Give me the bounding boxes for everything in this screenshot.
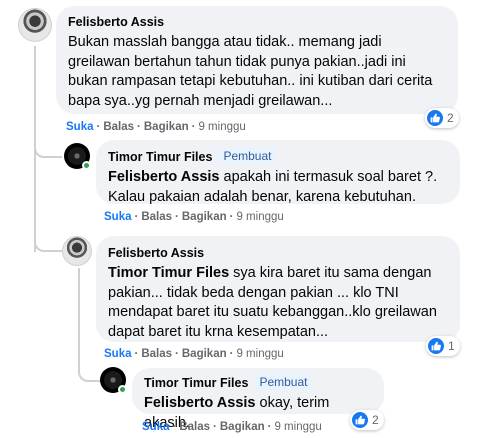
comment-author[interactable]: Timor Timur Files: [108, 150, 212, 164]
like-button[interactable]: Suka: [66, 121, 94, 133]
comment-actions-3: Suka · Balas · Bagikan · 9 minggu: [104, 348, 284, 360]
reaction-number: 1: [448, 339, 455, 353]
comment-timestamp[interactable]: 9 minggu: [274, 421, 321, 433]
like-reaction-icon: [428, 338, 444, 354]
comment-timestamp[interactable]: 9 minggu: [236, 211, 283, 223]
reaction-number: 2: [447, 111, 454, 125]
comment-actions-1: Suka · Balas · Bagikan · 9 minggu: [66, 121, 246, 133]
reaction-count-3[interactable]: 1: [426, 336, 460, 356]
comment-author[interactable]: Timor Timur Files: [144, 376, 248, 390]
thread-connector-reply-1: [34, 138, 62, 158]
reply-button[interactable]: Balas: [141, 211, 172, 223]
author-badge: Pembuat: [218, 148, 277, 164]
like-button[interactable]: Suka: [104, 348, 132, 360]
comment-text: Timor Timur Files sya kira baret itu sam…: [108, 265, 437, 340]
comment-timestamp[interactable]: 9 minggu: [198, 121, 245, 133]
avatar-felisberto[interactable]: [62, 236, 92, 266]
comment-actions-2: Suka · Balas · Bagikan · 9 minggu: [104, 211, 284, 223]
reaction-count-1[interactable]: 2: [425, 108, 459, 128]
share-button[interactable]: Bagikan: [182, 348, 227, 360]
like-button[interactable]: Suka: [104, 211, 132, 223]
reply-button[interactable]: Balas: [103, 121, 134, 133]
mention-link[interactable]: Timor Timur Files: [108, 265, 229, 281]
author-badge: Pembuat: [254, 374, 313, 390]
comment-author[interactable]: Felisberto Assis: [108, 246, 204, 260]
comment-author[interactable]: Felisberto Assis: [68, 15, 164, 29]
like-reaction-icon: [352, 412, 368, 428]
online-status-dot: [118, 385, 127, 394]
share-button[interactable]: Bagikan: [144, 121, 189, 133]
online-status-dot: [82, 161, 91, 170]
share-button[interactable]: Bagikan: [182, 211, 227, 223]
like-reaction-icon: [427, 110, 443, 126]
reaction-count-4[interactable]: 2: [350, 410, 384, 430]
thread-connector-reply-2: [34, 230, 62, 252]
avatar-felisberto[interactable]: [18, 8, 52, 42]
comment-bubble-1: Felisberto Assis Bukan masslah bangga at…: [56, 6, 458, 114]
like-button[interactable]: Suka: [142, 421, 170, 433]
share-button[interactable]: Bagikan: [220, 421, 265, 433]
mention-link[interactable]: Felisberto Assis: [108, 169, 219, 185]
mention-link[interactable]: Felisberto Assis: [144, 395, 255, 411]
comment-text: Felisberto Assis apakah ini termasuk soa…: [108, 169, 438, 205]
thread-line-reply-2: [78, 268, 80, 362]
reaction-number: 2: [372, 413, 379, 427]
reply-button[interactable]: Balas: [141, 348, 172, 360]
comment-actions-4: Suka · Balas · Bagikan · 9 minggu: [142, 421, 322, 433]
thread-connector-reply-3: [78, 362, 100, 382]
comment-text: Bukan masslah bangga atau tidak.. memang…: [68, 34, 433, 109]
comment-timestamp[interactable]: 9 minggu: [236, 348, 283, 360]
reply-button[interactable]: Balas: [179, 421, 210, 433]
comment-bubble-4: Timor Timur Files Pembuat Felisberto Assi…: [132, 368, 384, 431]
comment-bubble-3: Felisberto Assis Timor Timur Files sya k…: [96, 236, 460, 342]
comment-bubble-2: Timor Timur Files Pembuat Felisberto Assi…: [96, 140, 460, 205]
